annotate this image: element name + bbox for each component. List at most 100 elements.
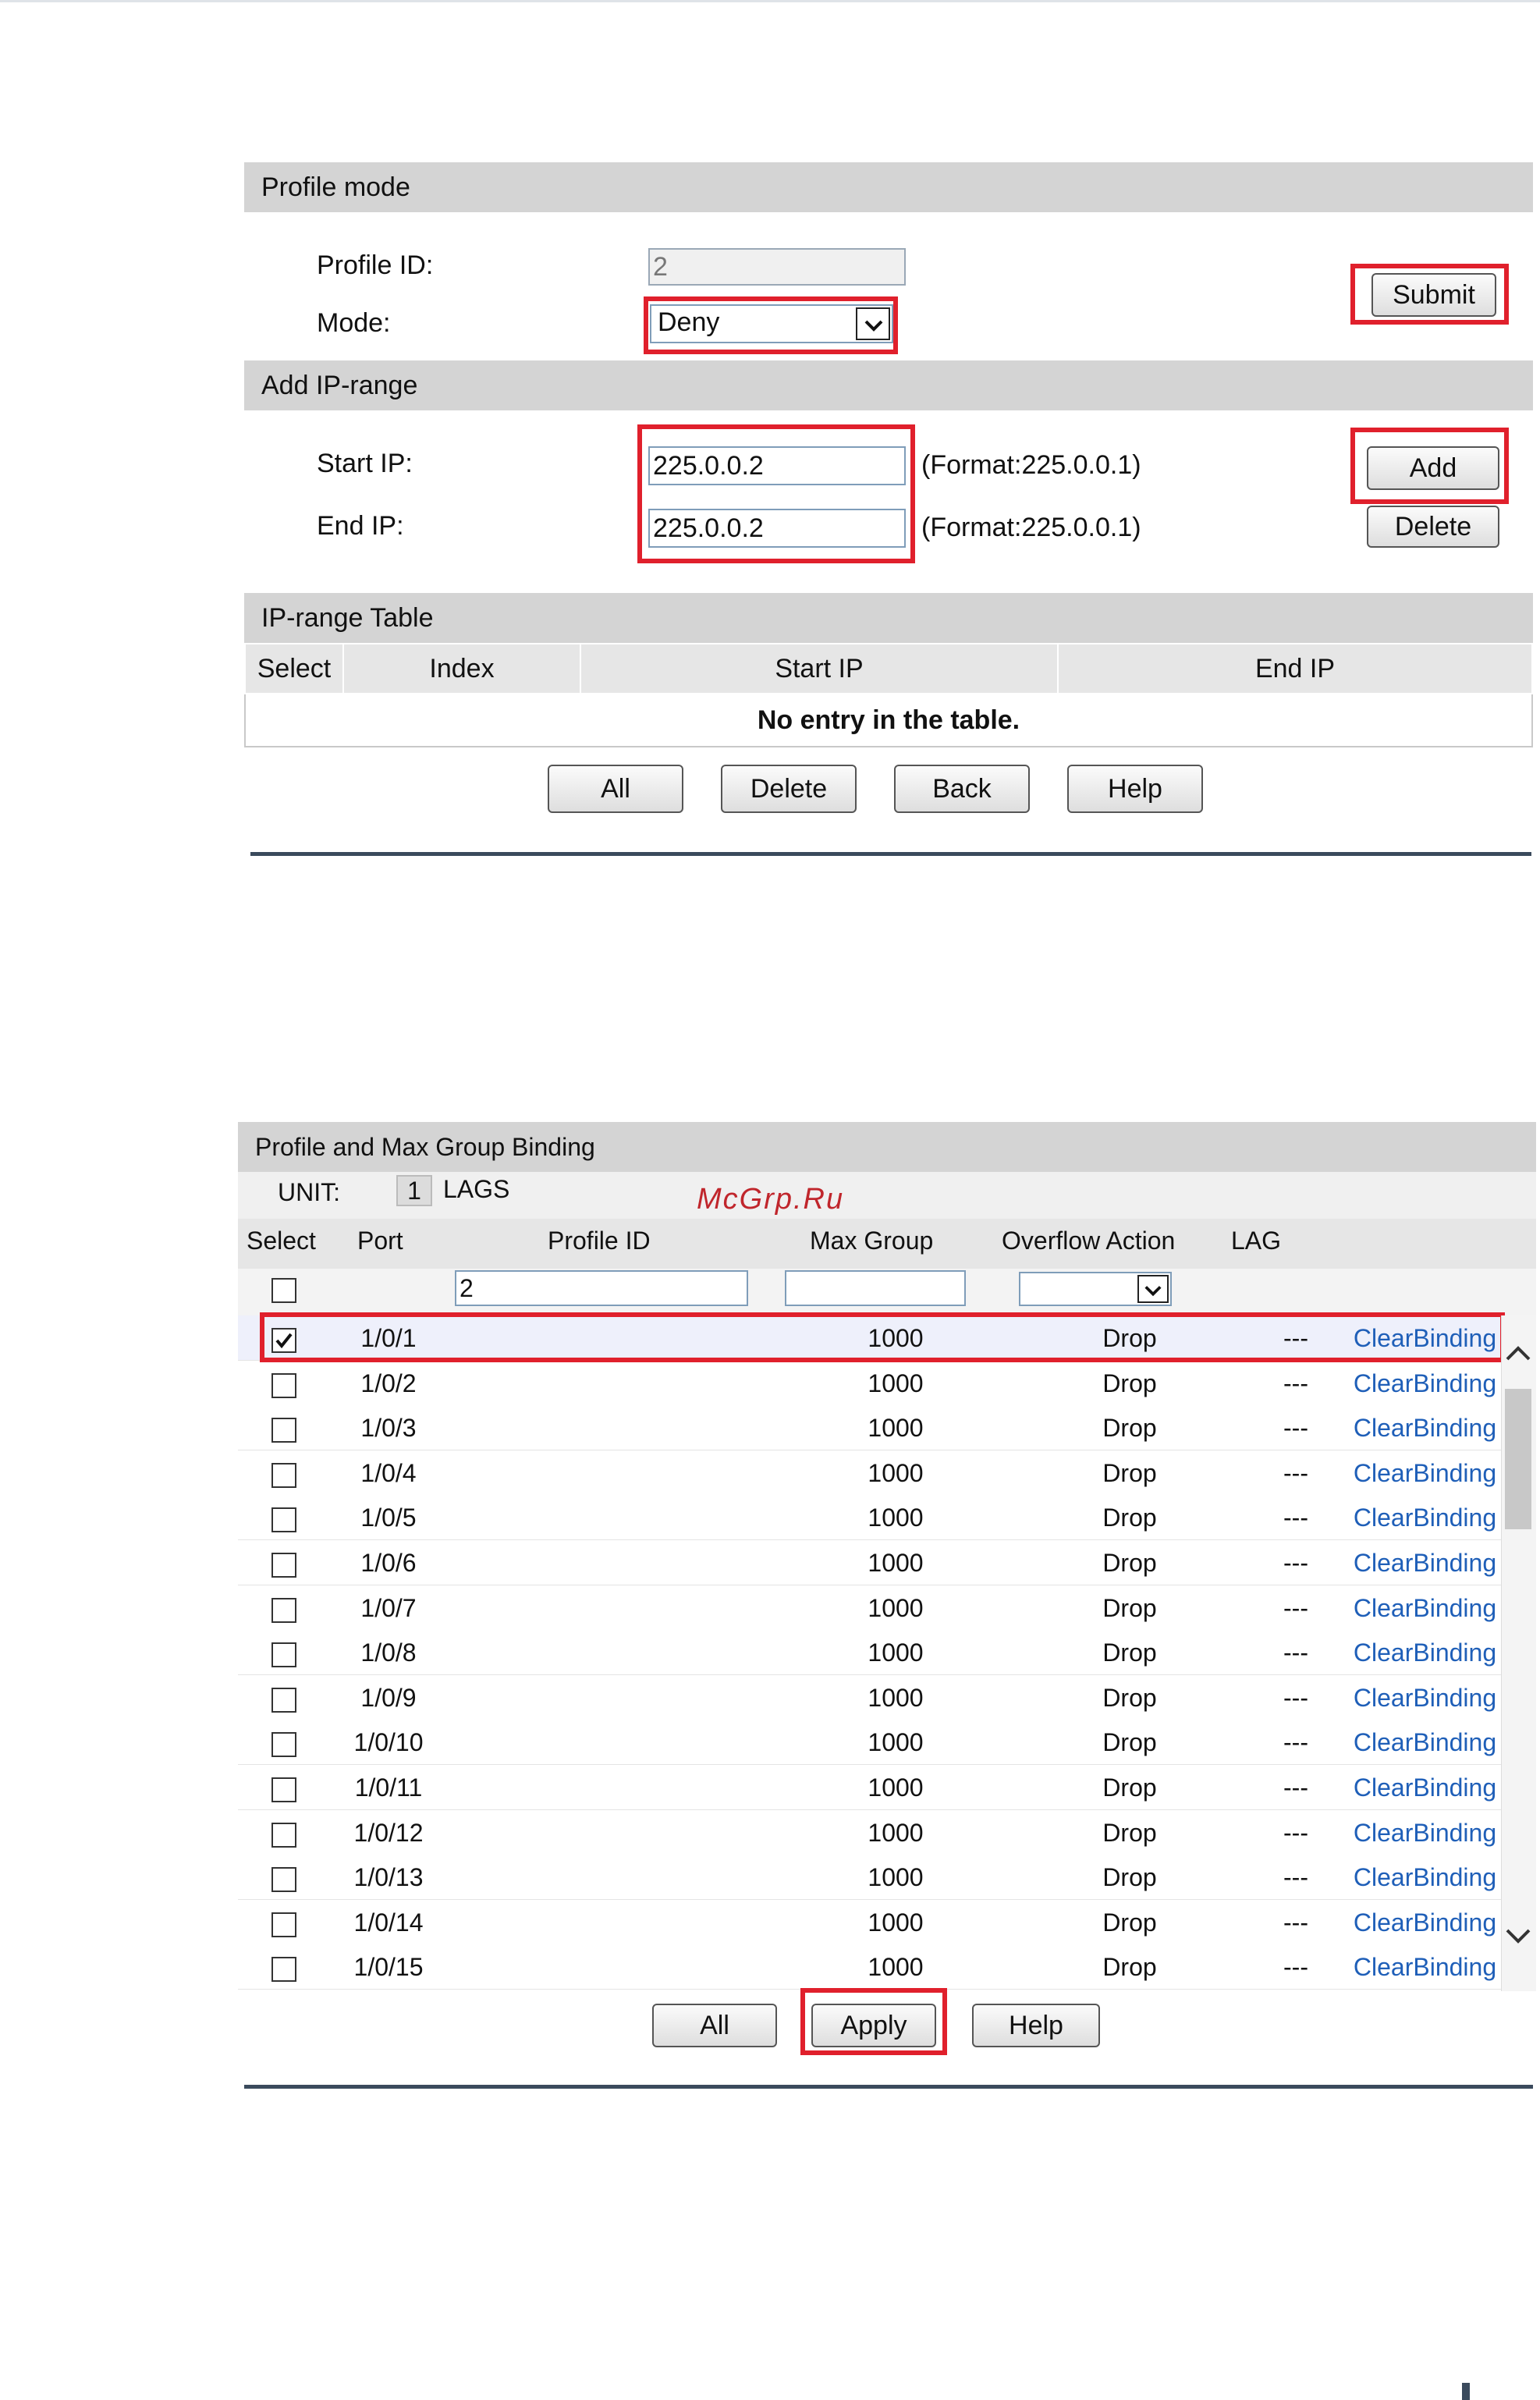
clear-binding-link[interactable]: ClearBinding — [1349, 1585, 1501, 1630]
help-binding-button[interactable]: Help — [972, 2004, 1100, 2047]
profile-id-cell — [447, 1361, 775, 1405]
max-group-cell: 1000 — [868, 1369, 924, 1397]
unit-bar — [238, 1172, 1536, 1219]
divider-2 — [244, 2085, 1533, 2089]
lag-cell: --- — [1283, 1953, 1308, 1981]
lags-link[interactable]: LAGS — [443, 1172, 509, 1206]
clear-binding-link[interactable]: ClearBinding — [1349, 1900, 1501, 1944]
clear-binding-link[interactable]: ClearBinding — [1349, 1540, 1501, 1585]
lag-cell: --- — [1283, 1504, 1308, 1532]
overflow-action-cell: Drop — [1102, 1594, 1157, 1622]
col-overflow-action: Overflow Action — [1002, 1227, 1176, 1255]
row-checkbox[interactable] — [271, 1417, 296, 1443]
port-cell: 1/0/2 — [360, 1369, 417, 1397]
ip-inputs-highlight — [637, 424, 915, 563]
end-ip-label: End IP: — [317, 511, 404, 541]
lag-cell: --- — [1283, 1773, 1308, 1802]
overflow-action-cell: Drop — [1102, 1728, 1157, 1756]
clear-binding-link[interactable]: ClearBinding — [1349, 1450, 1501, 1495]
row-checkbox[interactable] — [271, 1912, 296, 1937]
back-button[interactable]: Back — [894, 765, 1030, 813]
col-start-ip: Start IP — [580, 643, 1059, 694]
table-row: 1/0/5 1000 Drop --- ClearBinding — [238, 1495, 1501, 1540]
page-corner-mark — [1462, 2383, 1470, 2400]
clear-binding-link[interactable]: ClearBinding — [1349, 1720, 1501, 1764]
apply-highlight — [800, 1988, 947, 2055]
profile-id-cell — [447, 1675, 775, 1720]
profile-id-input — [648, 248, 906, 286]
divider-1 — [250, 852, 1531, 856]
clear-binding-link[interactable]: ClearBinding — [1349, 1630, 1501, 1674]
row-checkbox[interactable] — [271, 1462, 296, 1488]
row-select-cell — [238, 1720, 330, 1764]
filter-max-group-input[interactable] — [785, 1270, 966, 1306]
profile-id-cell — [447, 1765, 775, 1809]
clear-binding-link[interactable]: ClearBinding — [1349, 1405, 1501, 1450]
scroll-down-icon[interactable] — [1504, 1926, 1532, 1950]
max-group-cell: 1000 — [868, 1638, 924, 1667]
max-group-cell: 1000 — [868, 1594, 924, 1622]
row-checkbox[interactable] — [271, 1822, 296, 1848]
lag-cell: --- — [1283, 1908, 1308, 1937]
profile-id-cell — [447, 1855, 775, 1899]
max-group-cell: 1000 — [868, 1819, 924, 1847]
row-checkbox[interactable] — [271, 1731, 296, 1757]
row-checkbox[interactable] — [271, 1552, 296, 1578]
clear-binding-link[interactable]: ClearBinding — [1349, 1495, 1501, 1539]
row-checkbox[interactable] — [271, 1642, 296, 1667]
clear-binding-link[interactable]: ClearBinding — [1349, 1361, 1501, 1405]
row-checkbox[interactable] — [271, 1777, 296, 1802]
scrollbar-thumb[interactable] — [1505, 1389, 1531, 1529]
col-max-group: Max Group — [810, 1227, 934, 1255]
row-select-cell — [238, 1450, 330, 1495]
filter-overflow-select[interactable] — [1019, 1272, 1172, 1306]
table-row: 1/0/6 1000 Drop --- ClearBinding — [238, 1540, 1501, 1585]
unit-selector[interactable]: 1 — [396, 1175, 432, 1206]
overflow-action-cell: Drop — [1102, 1863, 1157, 1891]
table-row: 1/0/9 1000 Drop --- ClearBinding — [238, 1675, 1501, 1720]
profile-id-cell — [447, 1900, 775, 1944]
delete-button[interactable]: Delete — [721, 765, 857, 813]
port-cell: 1/0/13 — [353, 1863, 424, 1891]
all-button[interactable]: All — [548, 765, 683, 813]
lag-cell: --- — [1283, 1549, 1308, 1577]
scroll-up-icon[interactable] — [1504, 1344, 1532, 1368]
clear-binding-link[interactable]: ClearBinding — [1349, 1765, 1501, 1809]
max-group-cell: 1000 — [868, 1684, 924, 1712]
port-cell: 1/0/3 — [360, 1414, 417, 1442]
table-row: 1/0/3 1000 Drop --- ClearBinding — [238, 1405, 1501, 1450]
row-checkbox[interactable] — [271, 1507, 296, 1532]
lag-cell: --- — [1283, 1414, 1308, 1442]
col-end-ip: End IP — [1057, 643, 1533, 694]
profile-id-cell — [447, 1540, 775, 1585]
max-group-cell: 1000 — [868, 1504, 924, 1532]
col-lag: LAG — [1231, 1227, 1282, 1255]
all-binding-button[interactable]: All — [652, 2004, 777, 2047]
start-ip-format-hint: (Format:225.0.0.1) — [921, 450, 1141, 480]
select-all-checkbox[interactable] — [271, 1278, 296, 1303]
help-button[interactable]: Help — [1067, 765, 1203, 813]
row-checkbox[interactable] — [271, 1866, 296, 1892]
clear-binding-link[interactable]: ClearBinding — [1349, 1855, 1501, 1899]
row-checkbox[interactable] — [271, 1597, 296, 1623]
row-checkbox[interactable] — [271, 1372, 296, 1398]
profile-id-cell — [447, 1630, 775, 1674]
max-group-cell: 1000 — [868, 1459, 924, 1487]
chevron-down-icon[interactable] — [1137, 1275, 1169, 1303]
lag-cell: --- — [1283, 1819, 1308, 1847]
filter-profile-id-input[interactable] — [455, 1270, 748, 1306]
clear-binding-link[interactable]: ClearBinding — [1349, 1944, 1501, 1989]
clear-binding-link[interactable]: ClearBinding — [1349, 1675, 1501, 1720]
row-checkbox[interactable] — [271, 1956, 296, 1982]
row-checkbox[interactable] — [271, 1687, 296, 1713]
lag-cell: --- — [1283, 1459, 1308, 1487]
lag-cell: --- — [1283, 1863, 1308, 1891]
max-group-cell: 1000 — [868, 1953, 924, 1981]
port-cell: 1/0/14 — [353, 1908, 424, 1937]
overflow-action-cell: Drop — [1102, 1549, 1157, 1577]
port-cell: 1/0/9 — [360, 1684, 417, 1712]
watermark: McGrp.Ru — [697, 1183, 845, 1216]
delete-ip-button[interactable]: Delete — [1367, 506, 1499, 548]
profile-id-cell — [447, 1720, 775, 1764]
clear-binding-link[interactable]: ClearBinding — [1349, 1810, 1501, 1855]
